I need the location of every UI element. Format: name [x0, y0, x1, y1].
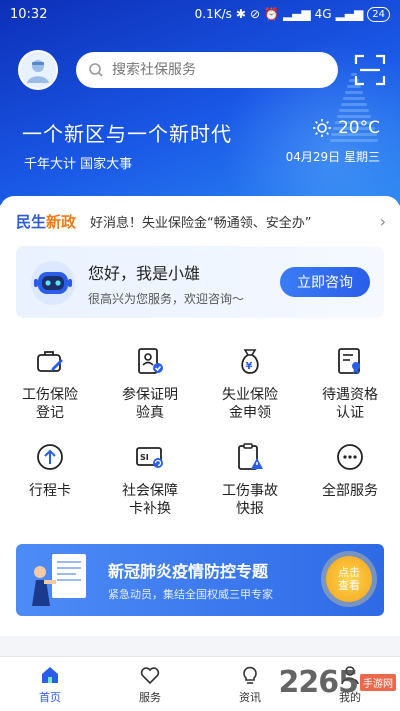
tab-home[interactable]: 首页	[0, 657, 100, 711]
mute-icon: ⊘	[249, 7, 260, 21]
service-all[interactable]: 全部服务	[300, 442, 400, 500]
banner-title: 新冠肺炎疫情防控专题	[108, 562, 269, 581]
si-card-icon: SI	[136, 447, 163, 468]
news-text: 好消息！失业保险金“畅通领、安全办”	[90, 215, 312, 231]
service-label: 参保证明 验真	[122, 387, 178, 421]
search-icon	[89, 63, 103, 77]
banner-view-button[interactable]: 点击 查看	[326, 556, 372, 602]
service-card-replace[interactable]: SI 社会保障 卡补换	[100, 442, 200, 518]
service-label: 工伤保险 登记	[22, 387, 78, 421]
assistant-subtitle: 很高兴为您服务，欢迎咨询～	[88, 292, 245, 306]
temperature: 20°C	[337, 118, 380, 138]
service-label: 全部服务	[322, 483, 378, 499]
tab-label: 资讯	[239, 690, 261, 704]
service-label: 行程卡	[29, 483, 71, 499]
document-illustration	[32, 554, 86, 606]
report-warning-icon	[238, 443, 263, 470]
bulb-icon	[243, 666, 257, 684]
service-label: 待遇资格 认证	[322, 387, 378, 421]
signal-icon-2: ▂▄▆	[335, 7, 364, 21]
service-accident-report[interactable]: 工伤事故 快报	[200, 442, 300, 518]
service-injury-register[interactable]: 工伤保险 登记	[0, 346, 100, 422]
scan-icon[interactable]	[354, 54, 386, 86]
service-unemployment-claim[interactable]: ¥ 失业保险 金申领	[200, 346, 300, 422]
service-label: 社会保障 卡补换	[122, 483, 178, 517]
consult-button[interactable]: 立即咨询	[280, 267, 370, 297]
svg-text:SI: SI	[140, 453, 149, 462]
search-input[interactable]	[112, 62, 312, 78]
date: 04月29日 星期三	[285, 150, 380, 164]
more-dots-icon	[337, 444, 363, 470]
service-label: 工伤事故 快报	[222, 483, 278, 517]
news-tag: 民生新政	[16, 212, 77, 231]
search-bar[interactable]	[76, 52, 338, 88]
subslogan: 千年大计 国家大事	[24, 157, 133, 172]
tab-label: 服务	[139, 690, 161, 704]
news-ticker[interactable]: 民生新政 好消息！失业保险金“畅通领、安全办” ›	[16, 208, 386, 234]
signal-icon: ▂▄▆	[282, 7, 311, 21]
weather: 20°C	[312, 118, 380, 138]
alarm-icon: ⏰	[264, 7, 279, 21]
service-qualification-auth[interactable]: 待遇资格 认证	[300, 346, 400, 422]
epidemic-banner[interactable]: 新冠肺炎疫情防控专题 紧急动员，集结全国权威三甲专家 点击 查看	[16, 544, 384, 616]
network-type: 4G	[314, 7, 332, 21]
battery-indicator: 24	[367, 6, 390, 22]
svg-text:¥: ¥	[246, 361, 253, 372]
main-card: 民生新政 好消息！失业保险金“畅通领、安全办” › 您好，我是小雄 很高兴为您服…	[0, 196, 400, 636]
watermark-number: 2265	[278, 665, 359, 700]
assistant-greeting: 您好，我是小雄	[88, 264, 201, 283]
service-trip-card[interactable]: 行程卡	[0, 442, 100, 500]
status-bar: 10:32 0.1K/s ✱ ⊘ ⏰ ▂▄▆ 4G ▂▄▆ 24	[0, 0, 400, 28]
briefcase-edit-icon	[37, 351, 63, 372]
certificate-icon	[338, 348, 360, 374]
assistant-card[interactable]: 您好，我是小雄 很高兴为您服务，欢迎咨询～ 立即咨询	[16, 246, 384, 318]
site-watermark: 2265 手游网	[278, 665, 396, 700]
hero-header: 10:32 0.1K/s ✱ ⊘ ⏰ ▂▄▆ 4G ▂▄▆ 24 一个新区与一个…	[0, 0, 400, 205]
tab-label: 首页	[39, 690, 61, 704]
bluetooth-icon: ✱	[235, 7, 246, 21]
money-bag-icon: ¥	[241, 349, 259, 374]
robot-icon	[31, 261, 75, 305]
tab-services[interactable]: 服务	[100, 657, 200, 711]
banner-subtitle: 紧急动员，集结全国权威三甲专家	[108, 588, 273, 601]
watermark-text: 手游网	[360, 674, 396, 691]
service-proof-verify[interactable]: 参保证明 验真	[100, 346, 200, 422]
net-speed: 0.1K/s	[194, 7, 232, 21]
status-time: 10:32	[10, 6, 48, 22]
arrow-up-circle-icon	[37, 444, 63, 470]
chevron-right-icon: ›	[379, 211, 386, 231]
slogan: 一个新区与一个新时代	[22, 122, 232, 146]
home-icon	[42, 666, 58, 683]
heart-icon	[140, 666, 160, 684]
user-avatar[interactable]	[18, 50, 58, 90]
sun-icon	[312, 119, 331, 137]
avatar-icon	[27, 60, 49, 83]
id-check-icon	[138, 348, 163, 374]
service-label: 失业保险 金申领	[222, 387, 278, 421]
